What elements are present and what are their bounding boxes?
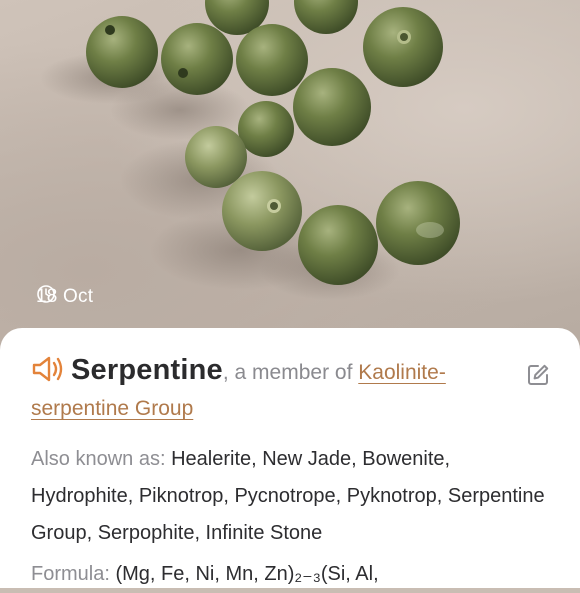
identified-photo[interactable]: 18 Oct	[0, 0, 580, 360]
clock-icon	[37, 285, 55, 303]
speaker-icon[interactable]	[31, 354, 65, 384]
photo-date-row: 18 Oct	[36, 284, 93, 310]
mineral-title: Serpentine, a member of Kaolinite-serpen…	[31, 352, 511, 427]
formula-row: Formula: (Mg, Fe, Ni, Mn, Zn)₂₋₃(Si, Al,	[31, 556, 571, 593]
edit-icon[interactable]	[526, 363, 550, 387]
also-known-as: Also known as: Healerite, New Jade, Bowe…	[31, 441, 551, 552]
aka-label: Also known as:	[31, 448, 166, 470]
formula-label: Formula:	[31, 563, 110, 585]
member-of-text: , a member of	[222, 361, 359, 384]
mineral-name: Serpentine	[71, 354, 223, 386]
formula-value: (Mg, Fe, Ni, Mn, Zn)₂₋₃(Si, Al,	[115, 563, 379, 585]
